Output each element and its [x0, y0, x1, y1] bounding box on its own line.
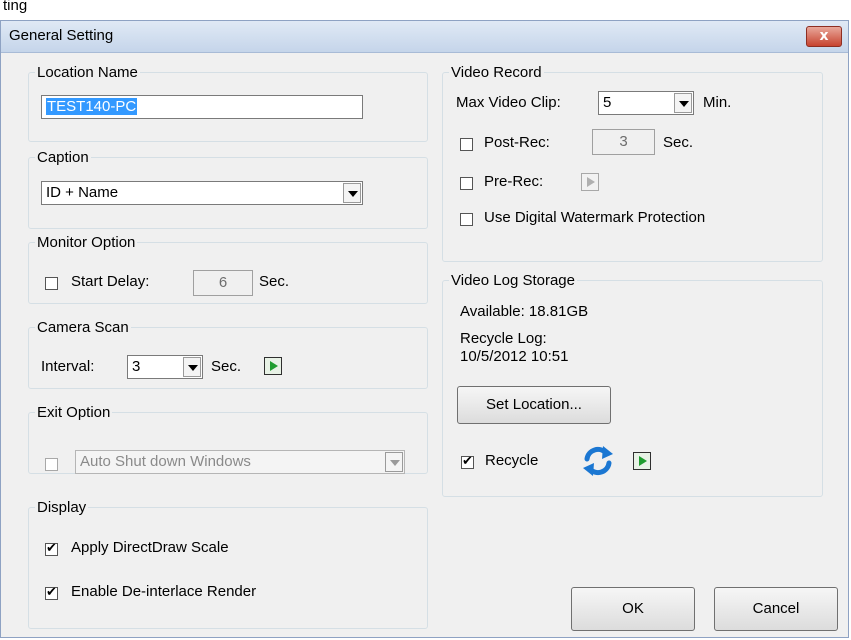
close-button[interactable]: x: [806, 26, 842, 47]
caption-select[interactable]: ID + Name: [41, 181, 363, 205]
play-icon[interactable]: [581, 173, 599, 191]
location-name-value: TEST140-PC: [46, 98, 138, 115]
chevron-down-icon[interactable]: [343, 183, 361, 203]
interval-select[interactable]: 3: [127, 355, 203, 379]
max-video-clip-unit: Min.: [703, 94, 732, 111]
monitor-option-legend: Monitor Option: [37, 234, 136, 251]
start-delay-label: Start Delay:: [71, 273, 150, 290]
exit-option-legend: Exit Option: [37, 404, 111, 421]
directdraw-label: Apply DirectDraw Scale: [71, 539, 229, 556]
interval-label: Interval:: [41, 358, 95, 375]
background-window-text: ting: [3, 0, 28, 14]
max-video-clip-label: Max Video Clip:: [456, 94, 561, 111]
recycle-log-date: 10/5/2012 10:51: [460, 348, 569, 365]
deinterlace-checkbox[interactable]: [45, 584, 58, 602]
max-video-clip-select[interactable]: 5: [598, 91, 694, 115]
recycle-checkbox[interactable]: [461, 453, 474, 471]
play-icon[interactable]: [264, 357, 282, 375]
recycle-log-label: Recycle Log:: [460, 330, 547, 347]
chevron-down-icon[interactable]: [674, 93, 692, 113]
chevron-down-icon[interactable]: [385, 452, 403, 472]
start-delay-checkbox[interactable]: [45, 277, 58, 290]
pre-rec-checkbox[interactable]: [460, 177, 473, 190]
post-rec-label: Post-Rec:: [484, 134, 550, 151]
start-delay-unit: Sec.: [259, 273, 290, 290]
start-delay-field[interactable]: 6: [193, 270, 253, 296]
caption-selected-value: ID + Name: [46, 184, 119, 201]
directdraw-checkbox[interactable]: [45, 540, 58, 558]
cancel-button[interactable]: Cancel: [714, 587, 838, 631]
ok-button[interactable]: OK: [571, 587, 695, 631]
general-setting-dialog: General Setting x Location Name TEST140-…: [0, 20, 849, 638]
watermark-checkbox[interactable]: [460, 213, 473, 226]
deinterlace-label: Enable De-interlace Render: [71, 583, 257, 600]
title-bar[interactable]: General Setting x: [1, 21, 848, 53]
interval-unit: Sec.: [211, 358, 242, 375]
pre-rec-label: Pre-Rec:: [484, 173, 544, 190]
location-name-legend: Location Name: [37, 64, 138, 81]
camera-scan-legend: Camera Scan: [37, 319, 129, 336]
background-window-strip: ting: [0, 0, 851, 20]
chevron-down-icon[interactable]: [183, 357, 201, 377]
exit-option-select[interactable]: Auto Shut down Windows: [75, 450, 405, 474]
watermark-label: Use Digital Watermark Protection: [484, 209, 706, 226]
display-group: Display: [28, 499, 428, 629]
post-rec-field[interactable]: 3: [592, 129, 655, 155]
close-icon: x: [819, 28, 829, 44]
video-record-legend: Video Record: [451, 64, 542, 81]
exit-option-selected-value: Auto Shut down Windows: [80, 453, 251, 470]
available-space-text: Available: 18.81GB: [460, 303, 589, 320]
location-name-input[interactable]: TEST140-PC: [41, 95, 363, 119]
window-title: General Setting: [9, 27, 114, 44]
caption-legend: Caption: [37, 149, 89, 166]
post-rec-checkbox[interactable]: [460, 138, 473, 151]
video-log-storage-legend: Video Log Storage: [451, 272, 575, 289]
exit-option-checkbox[interactable]: [45, 458, 58, 471]
set-location-button[interactable]: Set Location...: [457, 386, 611, 424]
interval-selected-value: 3: [132, 358, 141, 375]
post-rec-unit: Sec.: [663, 134, 694, 151]
max-video-clip-value: 5: [603, 94, 612, 111]
refresh-icon[interactable]: [581, 444, 615, 478]
display-legend: Display: [37, 499, 87, 516]
recycle-label: Recycle: [485, 452, 539, 469]
camera-scan-group: Camera Scan: [28, 319, 428, 389]
play-icon[interactable]: [633, 452, 651, 470]
